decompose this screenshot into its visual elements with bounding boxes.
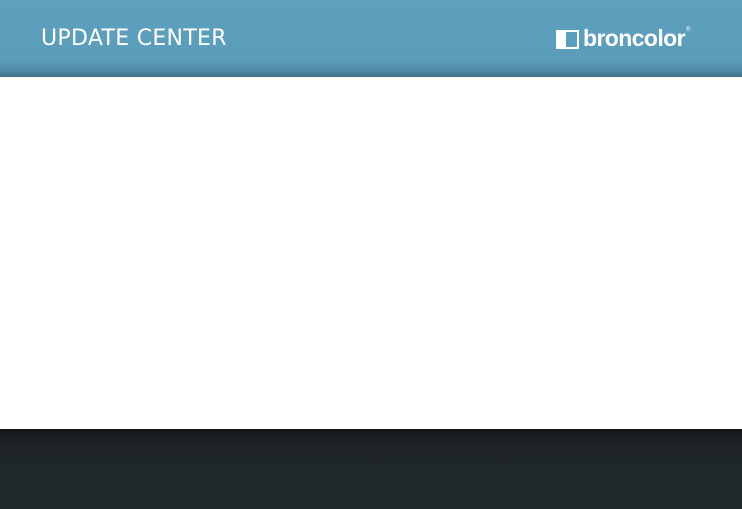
- registered-mark: ®: [685, 27, 691, 33]
- content-area: [0, 77, 742, 429]
- logo-mark-solid: [556, 29, 565, 49]
- update-center-window: UPDATE CENTER broncolor ®: [0, 0, 742, 509]
- page-title: UPDATE CENTER: [41, 26, 227, 51]
- broncolor-logo: broncolor ®: [556, 25, 691, 51]
- broncolor-logo-mark-icon: [556, 29, 581, 49]
- logo-mark-outline: [565, 29, 579, 49]
- header-bar: UPDATE CENTER broncolor ®: [0, 0, 742, 77]
- footer-bar: [0, 429, 742, 509]
- logo-text: broncolor: [583, 25, 686, 51]
